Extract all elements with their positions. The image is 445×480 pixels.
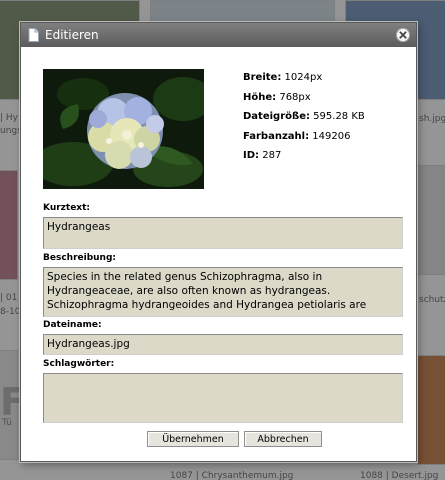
info-key: Höhe: bbox=[243, 91, 277, 103]
info-key: Dateigröße: bbox=[243, 111, 310, 122]
cancel-button[interactable]: Abbrechen bbox=[244, 431, 322, 447]
info-key: ID: bbox=[243, 150, 260, 161]
close-button[interactable] bbox=[396, 28, 410, 42]
info-value: 595.28 KB bbox=[313, 111, 365, 122]
edit-dialog: Editieren Breite: 1024px Höhe: 768px Dat… bbox=[20, 22, 417, 462]
info-row: Dateigröße: 595.28 KB bbox=[243, 110, 365, 130]
image-info: Breite: 1024px Höhe: 768px Dateigröße: 5… bbox=[243, 71, 365, 169]
apply-button[interactable]: Übernehmen bbox=[147, 431, 239, 447]
image-preview bbox=[43, 69, 204, 189]
info-value: 768px bbox=[279, 91, 311, 103]
dateiname-field[interactable]: Hydrangeas.jpg bbox=[43, 334, 403, 355]
kurztext-label: Kurztext: bbox=[43, 203, 91, 213]
beschreibung-label: Beschreibung: bbox=[43, 253, 116, 263]
beschreibung-field[interactable]: Species in the related genus Schizophrag… bbox=[43, 267, 403, 317]
dialog-titlebar[interactable]: Editieren bbox=[21, 23, 416, 47]
dialog-title: Editieren bbox=[45, 28, 99, 42]
schlagwoerter-label: Schlagwörter: bbox=[43, 359, 115, 369]
kurztext-field[interactable]: Hydrangeas bbox=[43, 217, 403, 249]
info-value: 287 bbox=[262, 150, 282, 161]
info-row: Höhe: 768px bbox=[243, 91, 365, 111]
info-key: Breite: bbox=[243, 72, 282, 83]
dateiname-label: Dateiname: bbox=[43, 320, 102, 330]
info-row: ID: 287 bbox=[243, 149, 365, 169]
document-icon bbox=[28, 28, 39, 42]
close-icon bbox=[396, 28, 410, 42]
schlagwoerter-field[interactable] bbox=[43, 373, 403, 423]
info-value: 1024px bbox=[284, 72, 323, 83]
info-key: Farbanzahl: bbox=[243, 130, 310, 142]
info-value: 149206 bbox=[312, 130, 351, 142]
info-row: Breite: 1024px bbox=[243, 71, 365, 91]
info-row: Farbanzahl: 149206 bbox=[243, 130, 365, 150]
dialog-body: Breite: 1024px Höhe: 768px Dateigröße: 5… bbox=[21, 47, 416, 461]
